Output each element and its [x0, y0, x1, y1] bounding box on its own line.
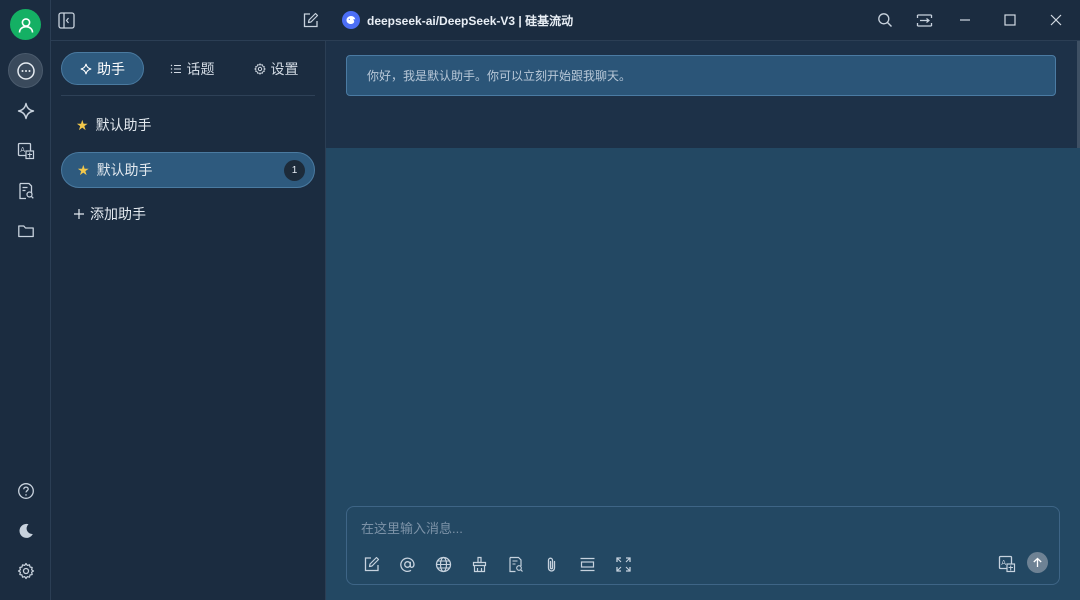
rail-theme-button[interactable] [8, 513, 43, 548]
sparkle-icon [17, 102, 34, 119]
tab-settings-label: 设置 [270, 60, 299, 77]
top-bar: deepseek-ai/DeepSeek-V3 | 硅基流动 [51, 0, 1080, 41]
left-rail: A [0, 0, 51, 600]
assistant-item[interactable]: ★ 默认助手 [61, 107, 315, 143]
star-icon: ★ [77, 162, 90, 178]
knowledge-base-button[interactable] [505, 554, 525, 574]
tab-topics[interactable]: 话题 [157, 52, 227, 85]
fullscreen-button[interactable] [613, 554, 633, 574]
chat-bubble-icon [16, 61, 35, 80]
help-icon [17, 482, 34, 499]
tab-settings[interactable]: 设置 [241, 52, 311, 85]
deepseek-logo-icon [342, 11, 360, 29]
minimize-icon [960, 19, 970, 21]
search-icon [878, 13, 892, 27]
user-avatar[interactable] [10, 9, 41, 40]
new-chat-button[interactable] [301, 11, 319, 29]
rail-files-button[interactable] [8, 213, 43, 248]
model-selector[interactable]: deepseek-ai/DeepSeek-V3 | 硅基流动 [342, 10, 573, 30]
clear-context-button[interactable] [469, 554, 489, 574]
close-icon [1050, 14, 1062, 26]
translate-input-button[interactable]: A [997, 554, 1017, 574]
moon-icon [19, 523, 33, 538]
expand-input-button[interactable] [577, 554, 597, 574]
minimize-button[interactable] [956, 11, 974, 29]
welcome-message: 你好，我是默认助手。你可以立刻开始跟我聊天。 [346, 55, 1056, 96]
add-assistant-label: 添加助手 [90, 206, 146, 222]
gear-icon [253, 62, 266, 75]
star-icon: ★ [76, 117, 89, 133]
edit-icon [364, 556, 379, 571]
svg-text:A: A [1001, 559, 1006, 567]
layout-toggle-button[interactable] [915, 11, 933, 29]
arrow-up-icon [1033, 557, 1042, 567]
messages-area: 你好，我是默认助手。你可以立刻开始跟我聊天。 [326, 41, 1077, 148]
rail-knowledge-button[interactable] [8, 173, 43, 208]
add-assistant-button[interactable]: 添加助手 [73, 204, 146, 224]
edit-icon [303, 12, 318, 27]
sidebar-toggle-icon [57, 11, 75, 29]
rail-chat-button[interactable] [8, 53, 43, 88]
new-topic-button[interactable] [361, 554, 381, 574]
document-search-icon [508, 556, 523, 572]
at-sign-icon [399, 557, 415, 572]
attach-file-button[interactable] [541, 554, 561, 574]
assistant-name: 默认助手 [96, 162, 153, 178]
assistant-name: 默认助手 [95, 117, 152, 133]
message-input[interactable] [361, 517, 961, 539]
broom-icon [472, 556, 486, 572]
svg-text:A: A [20, 146, 25, 154]
rail-help-button[interactable] [8, 473, 43, 508]
search-button[interactable] [876, 11, 894, 29]
panel-divider [61, 95, 315, 96]
toggle-sidebar-button[interactable] [57, 11, 75, 29]
layout-icon [916, 13, 932, 27]
mention-model-button[interactable] [397, 554, 417, 574]
rail-agents-button[interactable] [8, 93, 43, 128]
rail-translate-button[interactable]: A [8, 133, 43, 168]
sparkle-icon [80, 63, 92, 74]
rail-settings-button[interactable] [8, 553, 43, 588]
maximize-button[interactable] [1001, 11, 1019, 29]
close-button[interactable] [1047, 11, 1065, 29]
topic-count-badge: 1 [284, 160, 305, 181]
send-button[interactable] [1027, 552, 1048, 573]
user-icon [18, 17, 33, 33]
assistants-panel: 助手 话题 设置 ★ 默认助手 ★ 默认助手 1 添加助手 [51, 41, 326, 600]
tab-topics-label: 话题 [186, 60, 215, 77]
document-search-icon [18, 182, 34, 199]
plus-icon [74, 209, 84, 219]
assistant-item-selected[interactable]: ★ 默认助手 1 [61, 152, 315, 188]
panel-tabs: 助手 话题 设置 [61, 52, 315, 85]
web-search-button[interactable] [433, 554, 453, 574]
model-title-text: deepseek-ai/DeepSeek-V3 | 硅基流动 [367, 13, 574, 28]
paperclip-icon [547, 557, 555, 572]
translate-icon: A [17, 142, 34, 159]
translate-icon: A [998, 555, 1016, 573]
fullscreen-icon [615, 556, 631, 572]
chat-area: 你好，我是默认助手。你可以立刻开始跟我聊天。 在这里输入消息... A [326, 41, 1080, 600]
welcome-message-text: 你好，我是默认助手。你可以立刻开始跟我聊天。 [367, 69, 632, 83]
maximize-icon [1004, 14, 1016, 26]
tab-assistants-label: 助手 [97, 60, 125, 77]
list-icon [170, 64, 181, 73]
folder-icon [17, 224, 34, 237]
globe-icon [435, 556, 451, 572]
message-composer: A [346, 506, 1060, 585]
expand-vertical-icon [580, 557, 594, 571]
gear-icon [17, 562, 34, 579]
tab-assistants[interactable]: 助手 [61, 52, 144, 85]
